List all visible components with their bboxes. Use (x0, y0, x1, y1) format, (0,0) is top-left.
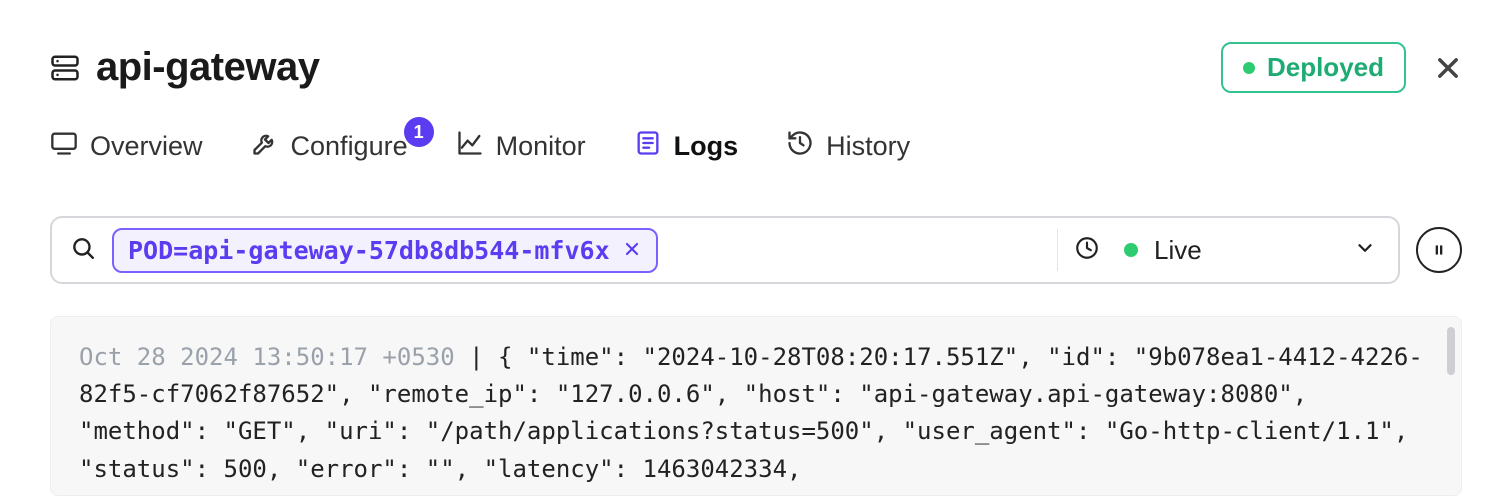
tab-configure-label: Configure (291, 131, 408, 162)
monitor-screen-icon (50, 129, 78, 164)
tab-overview-label: Overview (90, 131, 203, 162)
filter-chip-text: POD=api-gateway-57db8db544-mfv6x (128, 236, 610, 265)
tab-overview[interactable]: Overview (50, 129, 203, 164)
live-dot-icon (1124, 243, 1138, 257)
log-line-timestamp: Oct 28 2024 13:50:17 +0530 (79, 343, 455, 371)
tabs: Overview Configure 1 Monitor (50, 129, 1462, 164)
history-clock-icon (786, 129, 814, 164)
tab-history[interactable]: History (786, 129, 910, 164)
status-label: Deployed (1267, 52, 1384, 83)
tab-logs[interactable]: Logs (634, 129, 739, 164)
configure-badge: 1 (404, 117, 434, 147)
live-label: Live (1154, 235, 1338, 266)
status-dot-icon (1243, 62, 1255, 74)
tab-monitor[interactable]: Monitor (456, 129, 586, 164)
log-output[interactable]: Oct 28 2024 13:50:17 +0530 | { "time": "… (50, 316, 1462, 496)
tab-monitor-label: Monitor (496, 131, 586, 162)
page-title: api-gateway (96, 45, 319, 90)
server-stack-icon (50, 53, 80, 83)
filter-chip[interactable]: POD=api-gateway-57db8db544-mfv6x (112, 228, 658, 273)
clock-icon (1074, 235, 1100, 266)
line-chart-icon (456, 129, 484, 164)
search-icon (70, 235, 96, 266)
pause-button[interactable] (1416, 227, 1462, 273)
chevron-down-icon (1354, 237, 1376, 264)
filter-bar: POD=api-gateway-57db8db544-mfv6x (50, 216, 1400, 284)
tab-history-label: History (826, 131, 910, 162)
tab-logs-label: Logs (674, 131, 739, 162)
close-button[interactable] (1434, 54, 1462, 82)
scrollbar-thumb[interactable] (1447, 327, 1455, 375)
document-lines-icon (634, 129, 662, 164)
remove-chip-button[interactable] (622, 236, 642, 265)
tab-configure[interactable]: Configure 1 (251, 129, 408, 164)
status-badge: Deployed (1221, 42, 1406, 93)
search-input[interactable]: POD=api-gateway-57db8db544-mfv6x (52, 228, 1057, 273)
wrench-icon (251, 129, 279, 164)
time-range-selector[interactable]: Live (1058, 235, 1398, 266)
